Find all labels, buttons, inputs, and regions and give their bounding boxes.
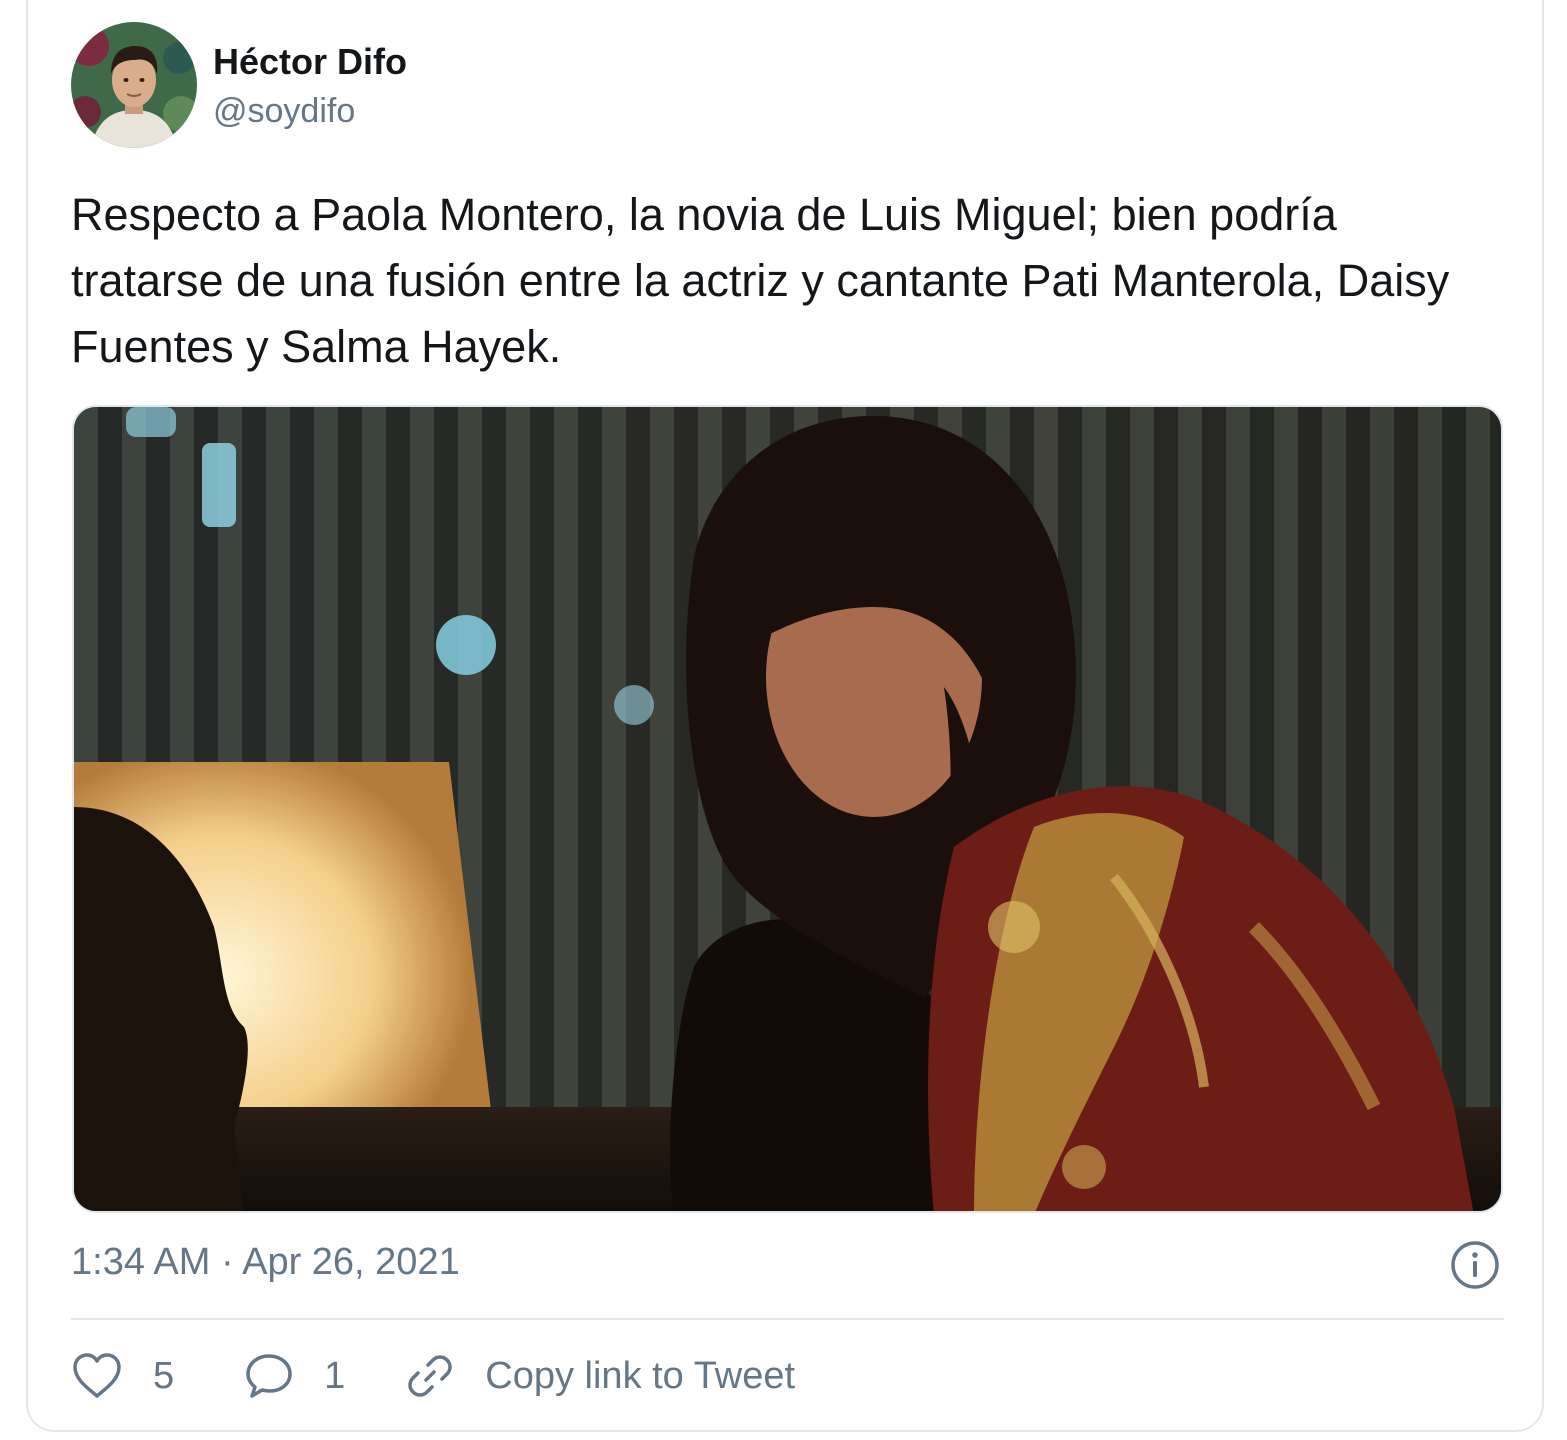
media-scene [74,407,1501,1211]
tweet-timestamp[interactable]: 1:34 AM · Apr 26, 2021 [71,1238,460,1286]
tweet-text: Respecto a Paola Montero, la novia de Lu… [71,189,1450,372]
tweet-media-image[interactable] [72,405,1503,1213]
action-divider [71,1318,1504,1320]
author-handle[interactable]: @soydifo [213,90,355,132]
heart-icon [73,1353,121,1398]
copy-link-button[interactable]: Copy link to Tweet [405,1351,795,1401]
info-icon[interactable] [1450,1240,1500,1290]
speech-bubble-icon [246,1354,292,1398]
author-name[interactable]: Héctor Difo [213,40,407,84]
like-count: 5 [153,1354,175,1397]
avatar[interactable] [71,22,197,148]
link-icon [408,1355,453,1397]
tweet-actions: 5 1 Copy link to Tweet [71,1346,795,1406]
like-button[interactable]: 5 [71,1352,174,1400]
reply-count: 1 [324,1354,346,1397]
reply-button[interactable]: 1 [244,1352,345,1400]
tweet-card: Héctor Difo @soydifo Respecto a Paola Mo… [26,0,1544,1432]
copy-link-label: Copy link to Tweet [485,1354,796,1397]
avatar-image [71,22,197,148]
